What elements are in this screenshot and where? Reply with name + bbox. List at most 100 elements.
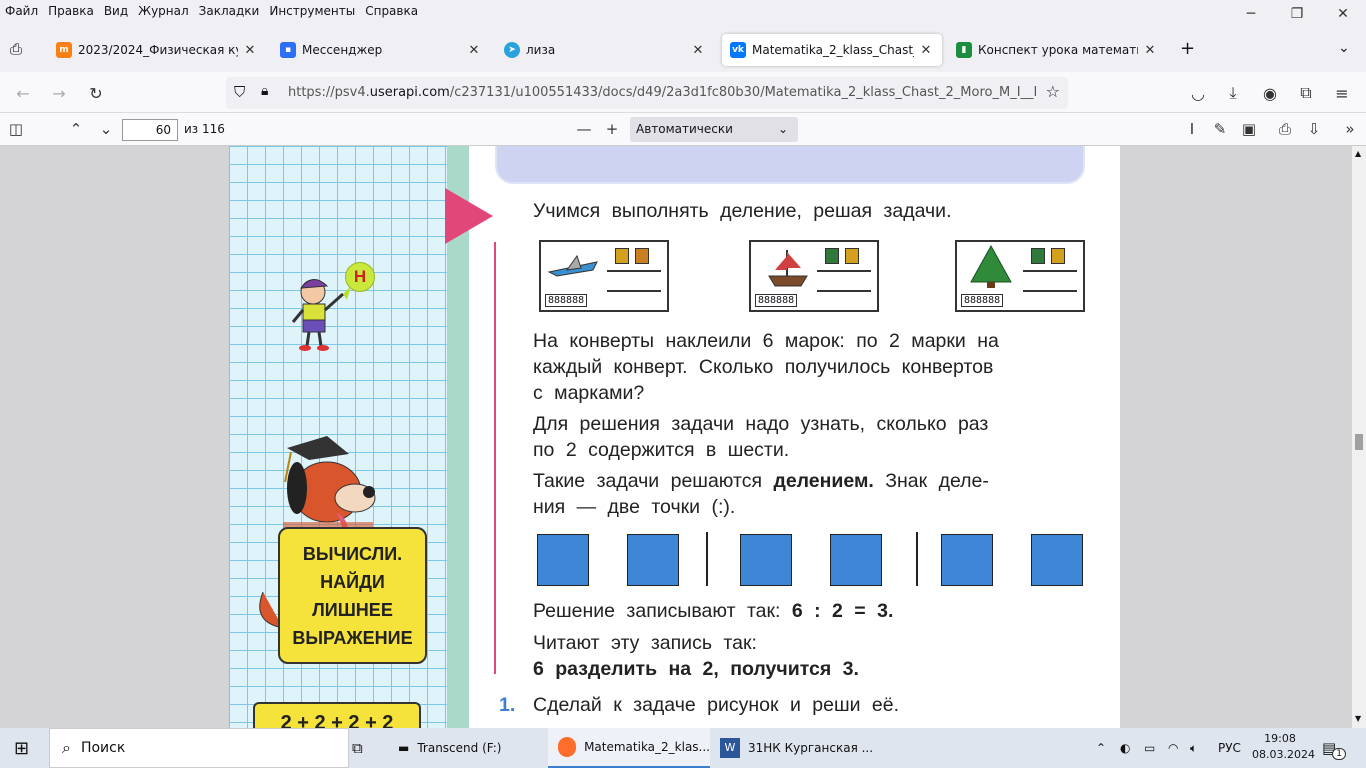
- pocket-icon[interactable]: ◡: [1185, 80, 1211, 106]
- close-tab-icon[interactable]: ✕: [1142, 43, 1158, 58]
- menu-tools[interactable]: Инструменты: [264, 0, 360, 22]
- tray-app-icon[interactable]: ◐: [1120, 728, 1130, 768]
- new-tab-icon[interactable]: +: [1180, 38, 1195, 59]
- problem-line-1: На конверты наклеили 6 марок: по 2 марки…: [533, 330, 999, 352]
- url-text[interactable]: https://psv4.userapi.com/c237131/u100551…: [288, 85, 1036, 100]
- math-expression-box: 2 + 2 + 2 + 2: [253, 702, 421, 728]
- draw-icon[interactable]: ✎: [1208, 117, 1232, 141]
- page-total: из 116: [184, 122, 225, 136]
- close-tab-icon[interactable]: ✕: [466, 43, 482, 58]
- tab-3[interactable]: ➤ лиза ✕: [496, 34, 714, 66]
- list-tabs-icon[interactable]: ⌄: [1338, 40, 1350, 56]
- language-indicator[interactable]: РУС: [1218, 728, 1241, 768]
- forward-icon[interactable]: →: [46, 80, 72, 106]
- envelope-1: 888888: [539, 240, 669, 312]
- scroll-down-icon[interactable]: ▼: [1355, 714, 1361, 723]
- close-tab-icon[interactable]: ✕: [918, 43, 934, 58]
- search-placeholder: Поиск: [80, 740, 126, 756]
- menu-view[interactable]: Вид: [99, 0, 133, 22]
- minimize-icon[interactable]: ─: [1228, 0, 1274, 28]
- reading-label: Читают эту запись так:: [533, 632, 757, 654]
- close-tab-icon[interactable]: ✕: [690, 43, 706, 58]
- task-number: 1.: [499, 694, 516, 716]
- taskbar-item-word[interactable]: W 31НК Курганская ...: [714, 728, 876, 768]
- stamp-square: [1031, 534, 1083, 586]
- downloads-icon[interactable]: ⤓: [1220, 80, 1246, 106]
- zoom-select[interactable]: Автоматически ⌄: [630, 117, 798, 142]
- taskbar: ⊞ ⌕ Поиск ⧉ ▬ Transcend (F:) Matematika_2…: [0, 728, 1366, 768]
- navigation-bar: ← → ↻ ⛉ 🔒︎ https://psv4.userapi.com/c237…: [0, 72, 1366, 113]
- menu-edit[interactable]: Правка: [43, 0, 99, 22]
- previous-page-icon[interactable]: ⌃: [64, 117, 88, 141]
- url-bar[interactable]: ⛉ 🔒︎ https://psv4.userapi.com/c237131/u1…: [226, 77, 1068, 109]
- more-tools-icon[interactable]: »: [1338, 117, 1362, 141]
- margin-line: [494, 242, 496, 674]
- scroll-thumb[interactable]: [1355, 434, 1363, 450]
- reload-icon[interactable]: ↻: [83, 80, 109, 106]
- volume-icon[interactable]: 🔈︎: [1190, 728, 1197, 768]
- extensions-icon[interactable]: ⧉: [1293, 80, 1319, 106]
- windows-start-icon[interactable]: ⊞: [14, 728, 29, 768]
- account-icon[interactable]: ◉: [1257, 80, 1283, 106]
- exercise-label-box: ВЫЧИСЛИ. НАЙДИ ЛИШНЕЕ ВЫРАЖЕНИЕ: [278, 527, 427, 664]
- zoom-in-icon[interactable]: +: [600, 117, 624, 141]
- explain-line-1: Для решения задачи надо узнать, сколько …: [533, 413, 989, 435]
- window-controls: ─ ❐ ✕: [1228, 0, 1366, 28]
- save-icon[interactable]: ⇩: [1302, 117, 1326, 141]
- restore-icon[interactable]: ❐: [1274, 0, 1320, 28]
- wifi-icon[interactable]: ◠: [1168, 728, 1178, 768]
- text-cursor-icon[interactable]: I: [1180, 117, 1204, 141]
- tab-2[interactable]: ▪ Мессенджер ✕: [272, 34, 490, 66]
- group-divider: [916, 532, 918, 586]
- close-window-icon[interactable]: ✕: [1320, 0, 1366, 28]
- sidebar-toggle-icon[interactable]: ◫: [4, 117, 28, 141]
- pdf-viewer[interactable]: Н ВЫЧИСЛИ. НАЙДИ ЛИШНЕЕ ВЫРАЖЕНИЕ 2 + 2 …: [0, 146, 1366, 728]
- tab-5[interactable]: ▮ Конспект урока математики "Н ✕: [948, 34, 1166, 66]
- box-line-1: ВЫЧИСЛИ.: [302, 543, 403, 564]
- tab-4[interactable]: vk Matematika_2_klass_Chast_2_M ✕: [722, 34, 942, 66]
- envelope-3: 888888: [955, 240, 1085, 312]
- tab-title: лиза: [526, 43, 556, 57]
- stamp-icon: [845, 248, 859, 264]
- battery-icon[interactable]: ▭: [1144, 728, 1155, 768]
- section-marker-icon: [445, 188, 493, 244]
- drive-icon: ▬: [398, 741, 410, 755]
- clock-time: 19:08: [1264, 732, 1296, 745]
- word-icon: W: [720, 738, 740, 758]
- notifications-icon[interactable]: ▤ 1: [1322, 728, 1346, 768]
- bookmark-star-icon[interactable]: ☆: [1046, 82, 1060, 101]
- tab-1[interactable]: m 2023/2024_Физическая культура ✕: [48, 34, 266, 66]
- task-view-icon[interactable]: ⧉: [352, 728, 363, 768]
- menu-bookmarks[interactable]: Закладки: [194, 0, 265, 22]
- stamp-square: [537, 534, 589, 586]
- menu-file[interactable]: Файл: [0, 0, 43, 22]
- taskbar-item-drive[interactable]: ▬ Transcend (F:): [390, 728, 542, 768]
- next-page-icon[interactable]: ⌄: [94, 117, 118, 141]
- shield-icon[interactable]: ⛉: [234, 83, 245, 101]
- taskbar-search[interactable]: ⌕ Поиск: [49, 728, 349, 768]
- menu-bar: Файл Правка Вид Журнал Закладки Инструме…: [0, 0, 1366, 22]
- close-tab-icon[interactable]: ✕: [242, 43, 258, 58]
- box-line-4: ВЫРАЖЕНИЕ: [292, 627, 413, 648]
- tab-title: Matematika_2_klass_Chast_2_M: [752, 43, 914, 57]
- taskbar-item-firefox[interactable]: Matematika_2_klas...: [548, 728, 710, 768]
- menu-hamburger-icon[interactable]: ≡: [1329, 80, 1355, 106]
- telegram-icon: ➤: [504, 42, 520, 58]
- page-number-input[interactable]: 60: [122, 119, 178, 141]
- lesson-heading: Учимся выполнять деление, решая задачи.: [533, 200, 952, 222]
- clock-date: 08.03.2024: [1252, 748, 1315, 761]
- print-icon[interactable]: ⎙: [1273, 117, 1297, 141]
- clock[interactable]: 19:08 08.03.2024: [1252, 731, 1315, 763]
- scroll-up-icon[interactable]: ▲: [1355, 149, 1361, 158]
- zoom-out-icon[interactable]: —: [572, 117, 596, 141]
- menu-history[interactable]: Журнал: [133, 0, 194, 22]
- vertical-scrollbar[interactable]: ▲ ▼: [1352, 146, 1366, 728]
- back-icon[interactable]: ←: [10, 80, 36, 106]
- lock-icon[interactable]: 🔒︎: [261, 83, 268, 99]
- tray-chevron-icon[interactable]: ⌃: [1096, 728, 1106, 768]
- menu-help[interactable]: Справка: [360, 0, 423, 22]
- tab-manager-icon[interactable]: ⎙: [10, 40, 22, 58]
- image-icon[interactable]: ▣: [1237, 117, 1261, 141]
- stamp-icon: [1051, 248, 1065, 264]
- ship-stamp-icon: [768, 250, 808, 287]
